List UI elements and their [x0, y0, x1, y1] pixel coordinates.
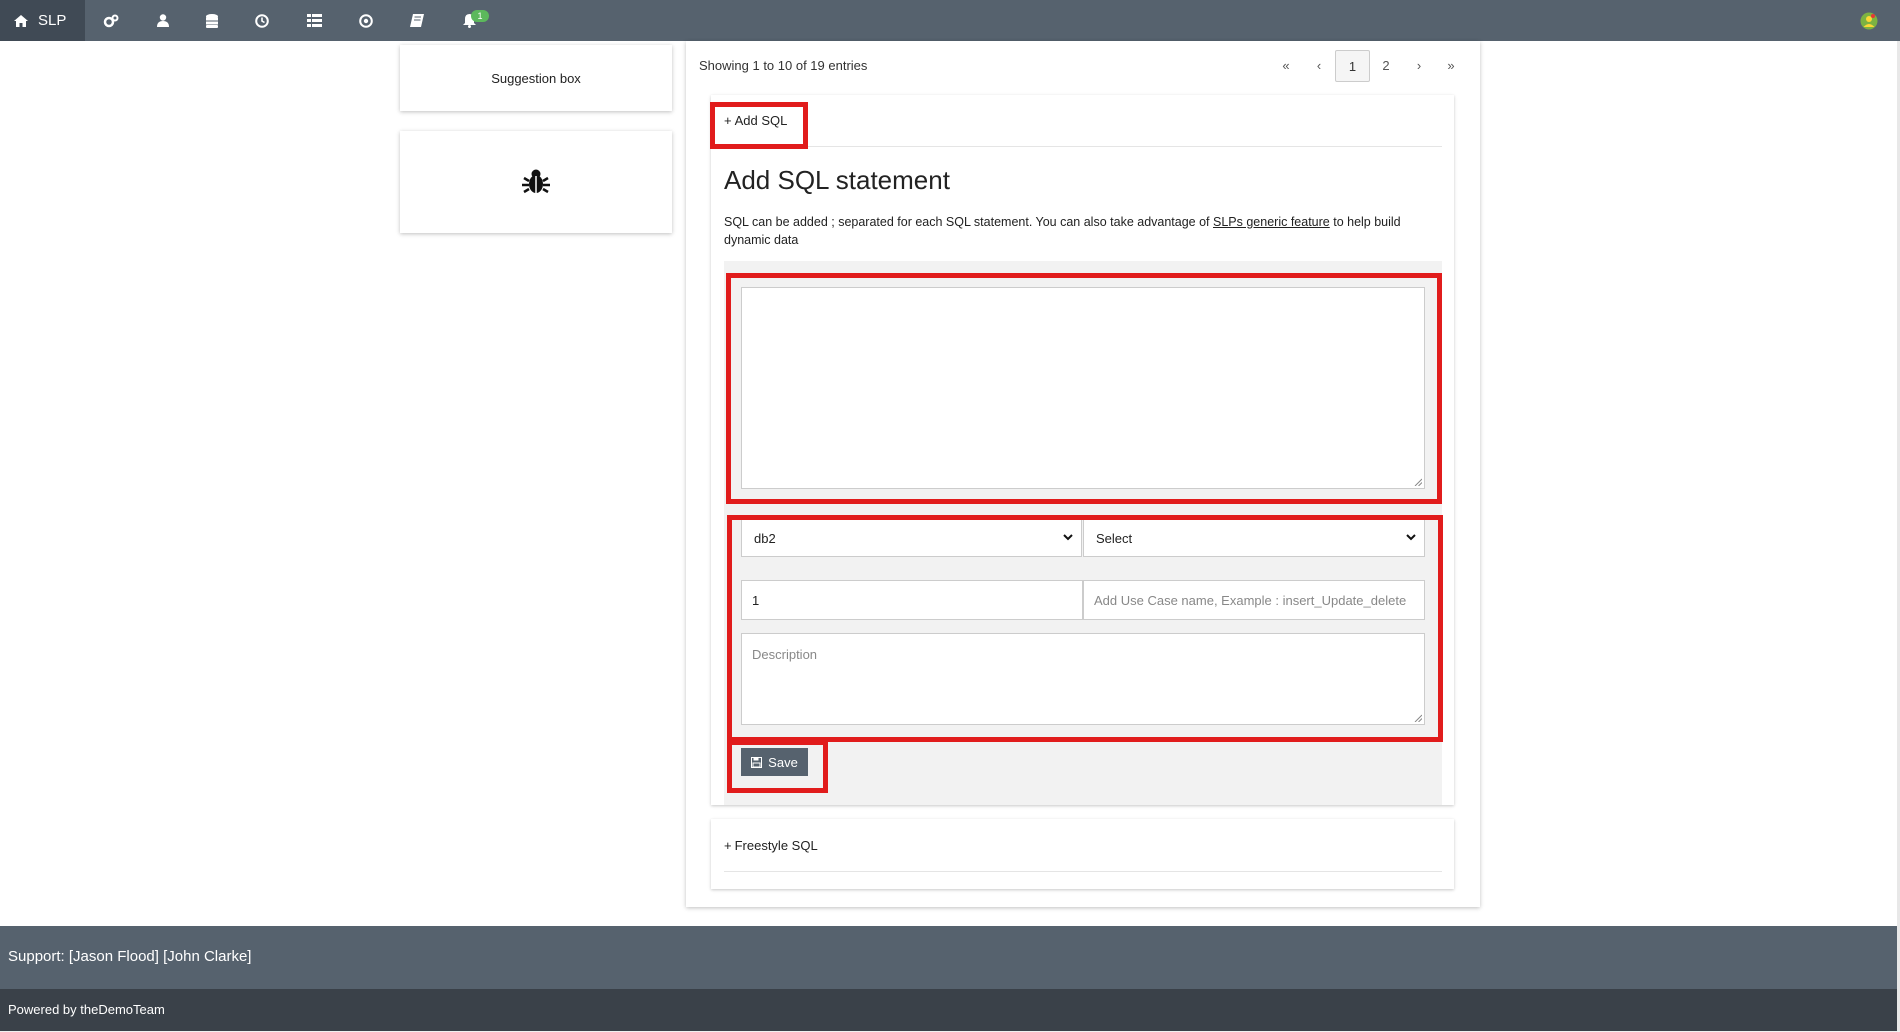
plus-icon: + [724, 838, 732, 853]
database-icon[interactable] [197, 0, 227, 41]
top-navbar: SLP 1 [0, 0, 1900, 41]
support-footer [0, 926, 1897, 989]
suggestion-box-card[interactable]: Suggestion box [400, 45, 672, 111]
freestyle-sql-label: Freestyle SQL [734, 838, 818, 853]
list-icon[interactable] [299, 0, 329, 41]
bug-icon [522, 169, 550, 194]
pagination-prev[interactable]: ‹ [1308, 50, 1330, 80]
divider [724, 146, 1442, 147]
notification-badge: 1 [471, 10, 489, 22]
pagination-last[interactable]: » [1440, 50, 1462, 80]
pagination-page-2[interactable]: 2 [1374, 50, 1398, 80]
notifications-bell[interactable]: 1 [454, 0, 489, 41]
powered-by-footer [0, 989, 1897, 1032]
brand-label: SLP [38, 12, 67, 29]
clock-icon[interactable] [247, 0, 277, 41]
highlight-box-sql-fields [727, 515, 1443, 742]
book-icon[interactable] [402, 0, 432, 41]
generic-feature-link[interactable]: SLPs generic feature [1213, 215, 1330, 229]
user-icon[interactable] [148, 0, 178, 41]
sql-help-text: SQL can be added ; separated for each SQ… [724, 213, 1424, 249]
freestyle-sql-toggle[interactable]: + Freestyle SQL [724, 838, 818, 853]
pagination-page-1[interactable]: 1 [1335, 50, 1370, 82]
help-text-prefix: SQL can be added ; separated for each SQ… [724, 215, 1213, 229]
highlight-box-save [727, 740, 828, 793]
freestyle-sql-card [711, 819, 1454, 889]
powered-by-text: Powered by theDemoTeam [8, 1002, 165, 1017]
support-contacts: Support: [Jason Flood] [John Clarke] [8, 948, 252, 965]
entries-info: Showing 1 to 10 of 19 entries [699, 58, 868, 73]
page-title: Add SQL statement [724, 165, 950, 195]
brand-home-link[interactable]: SLP [0, 0, 85, 41]
target-icon[interactable] [351, 0, 381, 41]
highlight-box-add-sql [710, 102, 808, 149]
pagination-next[interactable]: › [1408, 50, 1430, 80]
suggestion-box-label: Suggestion box [491, 70, 581, 86]
user-avatar[interactable] [1860, 12, 1878, 35]
cogs-icon[interactable] [96, 0, 126, 41]
pagination-first[interactable]: « [1275, 50, 1297, 80]
bug-report-card[interactable] [400, 131, 672, 233]
home-icon [14, 14, 28, 27]
divider [724, 871, 1442, 872]
highlight-box-sql-textarea [726, 273, 1442, 504]
